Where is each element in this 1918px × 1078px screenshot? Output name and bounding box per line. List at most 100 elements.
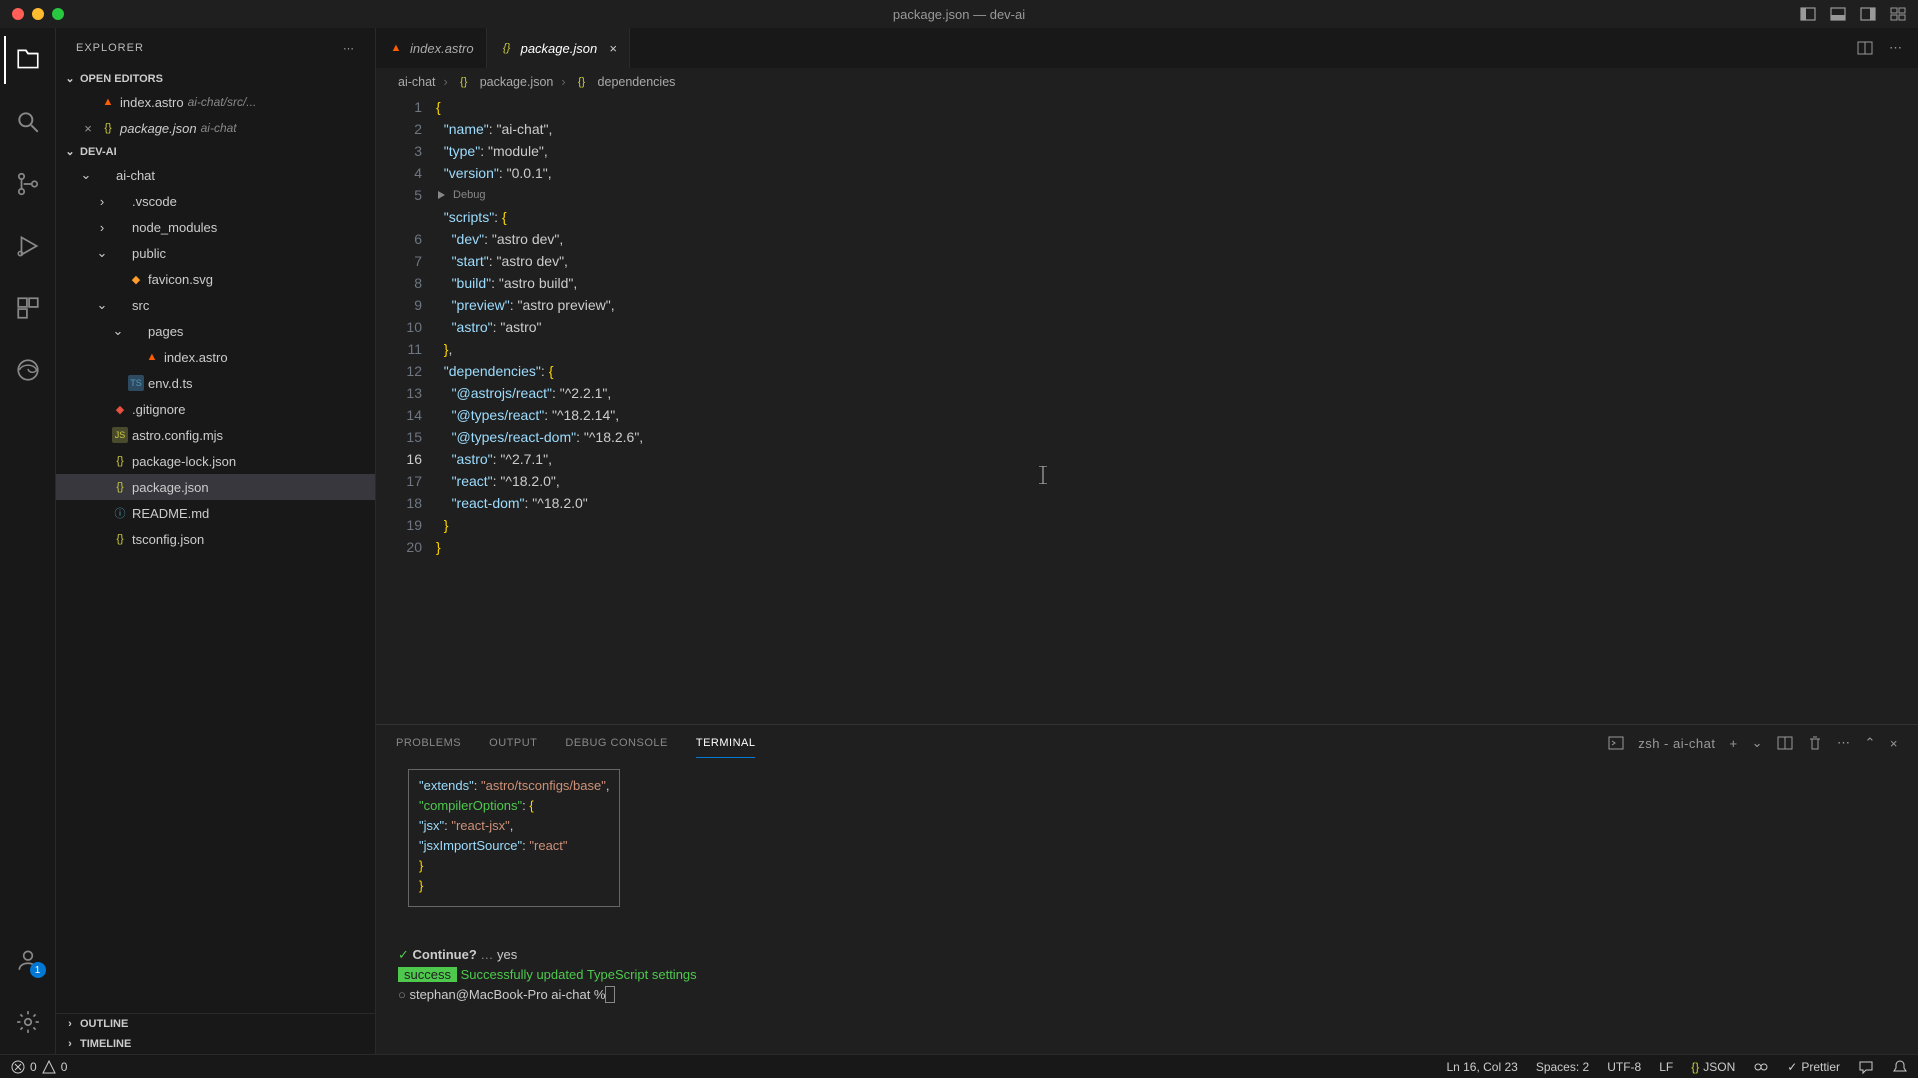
sidebar-header: EXPLORER ⋯ bbox=[56, 28, 375, 68]
folder-icon bbox=[112, 193, 128, 209]
bell-icon[interactable] bbox=[1892, 1059, 1908, 1075]
check-icon: ✓ bbox=[398, 947, 409, 962]
tab-package-json[interactable]: {} package.json × bbox=[487, 28, 630, 68]
status-cursor[interactable]: Ln 16, Col 23 bbox=[1446, 1060, 1517, 1074]
folder-item[interactable]: ⌄src bbox=[56, 292, 375, 318]
new-terminal-icon[interactable]: + bbox=[1730, 736, 1738, 751]
terminal-shell-label[interactable]: zsh - ai-chat bbox=[1638, 736, 1715, 751]
folder-icon bbox=[96, 167, 112, 183]
accounts-badge: 1 bbox=[30, 962, 46, 978]
chevron-down-icon: ⌄ bbox=[96, 245, 108, 261]
file-item[interactable]: {}package.json bbox=[56, 474, 375, 500]
folder-item[interactable]: ›node_modules bbox=[56, 214, 375, 240]
activity-accounts[interactable]: 1 bbox=[4, 936, 52, 984]
layout-sidebar-right-icon[interactable] bbox=[1860, 6, 1876, 22]
split-terminal-icon[interactable] bbox=[1777, 735, 1793, 751]
activity-explorer[interactable] bbox=[4, 36, 52, 84]
file-item[interactable]: ▲index.astro bbox=[56, 344, 375, 370]
warning-icon bbox=[41, 1059, 57, 1075]
status-encoding[interactable]: UTF-8 bbox=[1607, 1060, 1641, 1074]
status-language[interactable]: {} JSON bbox=[1691, 1060, 1735, 1074]
activity-search[interactable] bbox=[4, 98, 52, 146]
folder-item[interactable]: ›.vscode bbox=[56, 188, 375, 214]
panel: PROBLEMS OUTPUT DEBUG CONSOLE TERMINAL z… bbox=[376, 724, 1918, 1054]
maximize-window[interactable] bbox=[52, 8, 64, 20]
trash-icon[interactable] bbox=[1807, 735, 1823, 751]
chevron-right-icon: › bbox=[64, 1038, 76, 1050]
json-icon: {} bbox=[456, 74, 472, 90]
section-project[interactable]: ⌄ DEV-AI bbox=[56, 141, 375, 162]
folder-icon bbox=[112, 245, 128, 261]
folder-icon bbox=[112, 219, 128, 235]
terminal[interactable]: "extends": "astro/tsconfigs/base", "comp… bbox=[376, 761, 1918, 1054]
activity-edge[interactable] bbox=[4, 346, 52, 394]
section-open-editors[interactable]: ⌄ OPEN EDITORS bbox=[56, 68, 375, 89]
minimize-window[interactable] bbox=[32, 8, 44, 20]
panel-maximize-icon[interactable]: ⌃ bbox=[1865, 735, 1876, 751]
split-editor-icon[interactable] bbox=[1857, 40, 1873, 56]
section-timeline[interactable]: › TIMELINE bbox=[56, 1034, 375, 1054]
chevron-down-icon: ⌄ bbox=[64, 145, 76, 158]
file-item[interactable]: ◆.gitignore bbox=[56, 396, 375, 422]
folder-icon bbox=[112, 297, 128, 313]
tab-index-astro[interactable]: ▲ index.astro bbox=[376, 28, 487, 68]
activity-settings[interactable] bbox=[4, 998, 52, 1046]
close-icon[interactable]: × bbox=[80, 121, 96, 136]
panel-tab-problems[interactable]: PROBLEMS bbox=[396, 729, 461, 757]
close-icon[interactable]: × bbox=[609, 41, 617, 56]
chevron-right-icon: › bbox=[96, 194, 108, 209]
tab-more-icon[interactable]: ⋯ bbox=[1889, 40, 1902, 56]
section-outline[interactable]: › OUTLINE bbox=[56, 1014, 375, 1034]
status-spaces[interactable]: Spaces: 2 bbox=[1536, 1060, 1589, 1074]
file-item[interactable]: ⓘREADME.md bbox=[56, 500, 375, 526]
folder-item[interactable]: ⌄pages bbox=[56, 318, 375, 344]
breadcrumb[interactable]: ai-chat › {} package.json › {} dependenc… bbox=[376, 68, 1918, 96]
panel-tab-output[interactable]: OUTPUT bbox=[489, 729, 537, 757]
file-item[interactable]: ◆favicon.svg bbox=[56, 266, 375, 292]
activity-source-control[interactable] bbox=[4, 160, 52, 208]
status-errors[interactable]: 0 0 bbox=[10, 1059, 67, 1075]
file-item[interactable]: TSenv.d.ts bbox=[56, 370, 375, 396]
panel-tab-terminal[interactable]: TERMINAL bbox=[696, 729, 756, 758]
code-editor[interactable]: 12345 67891011121314151617181920 { "name… bbox=[376, 96, 1918, 724]
sidebar-more-icon[interactable]: ⋯ bbox=[343, 42, 355, 55]
layout-customize-icon[interactable] bbox=[1890, 6, 1906, 22]
status-prettier[interactable]: ✓ Prettier bbox=[1787, 1060, 1840, 1074]
success-badge: success bbox=[398, 967, 457, 982]
layout-sidebar-left-icon[interactable] bbox=[1800, 6, 1816, 22]
cursor-icon bbox=[605, 986, 615, 1003]
json-icon: {} bbox=[574, 74, 590, 90]
error-icon bbox=[10, 1059, 26, 1075]
titlebar: package.json — dev-ai bbox=[0, 0, 1918, 28]
json-icon: {} bbox=[100, 120, 116, 136]
panel-more-icon[interactable]: ⋯ bbox=[1837, 735, 1851, 751]
chevron-right-icon: › bbox=[561, 75, 565, 89]
astro-icon: ▲ bbox=[100, 94, 116, 110]
activity-run-debug[interactable] bbox=[4, 222, 52, 270]
git-icon: ◆ bbox=[112, 401, 128, 417]
feedback-icon[interactable] bbox=[1858, 1059, 1874, 1075]
close-window[interactable] bbox=[12, 8, 24, 20]
window-controls bbox=[12, 8, 64, 20]
activity-bar: 1 bbox=[0, 28, 56, 1054]
panel-tabs: PROBLEMS OUTPUT DEBUG CONSOLE TERMINAL z… bbox=[376, 725, 1918, 761]
copilot-icon[interactable] bbox=[1753, 1059, 1769, 1075]
panel-tab-debug[interactable]: DEBUG CONSOLE bbox=[565, 729, 667, 757]
terminal-dropdown-icon[interactable]: ⌄ bbox=[1752, 735, 1763, 751]
file-item[interactable]: {}package-lock.json bbox=[56, 448, 375, 474]
chevron-right-icon: › bbox=[444, 75, 448, 89]
file-item[interactable]: {}tsconfig.json bbox=[56, 526, 375, 552]
open-editor-item[interactable]: × {} package.json ai-chat bbox=[56, 115, 375, 141]
layout-panel-icon[interactable] bbox=[1830, 6, 1846, 22]
open-editor-item[interactable]: ▲ index.astro ai-chat/src/... bbox=[56, 89, 375, 115]
folder-item[interactable]: ⌄ai-chat bbox=[56, 162, 375, 188]
folder-item[interactable]: ⌄public bbox=[56, 240, 375, 266]
file-item[interactable]: JSastro.config.mjs bbox=[56, 422, 375, 448]
astro-icon: ▲ bbox=[144, 349, 160, 365]
chevron-right-icon: › bbox=[64, 1018, 76, 1030]
status-eol[interactable]: LF bbox=[1659, 1060, 1673, 1074]
tab-bar: ▲ index.astro {} package.json × ⋯ bbox=[376, 28, 1918, 68]
chevron-down-icon: ⌄ bbox=[80, 167, 92, 183]
activity-extensions[interactable] bbox=[4, 284, 52, 332]
panel-close-icon[interactable]: × bbox=[1890, 736, 1898, 751]
